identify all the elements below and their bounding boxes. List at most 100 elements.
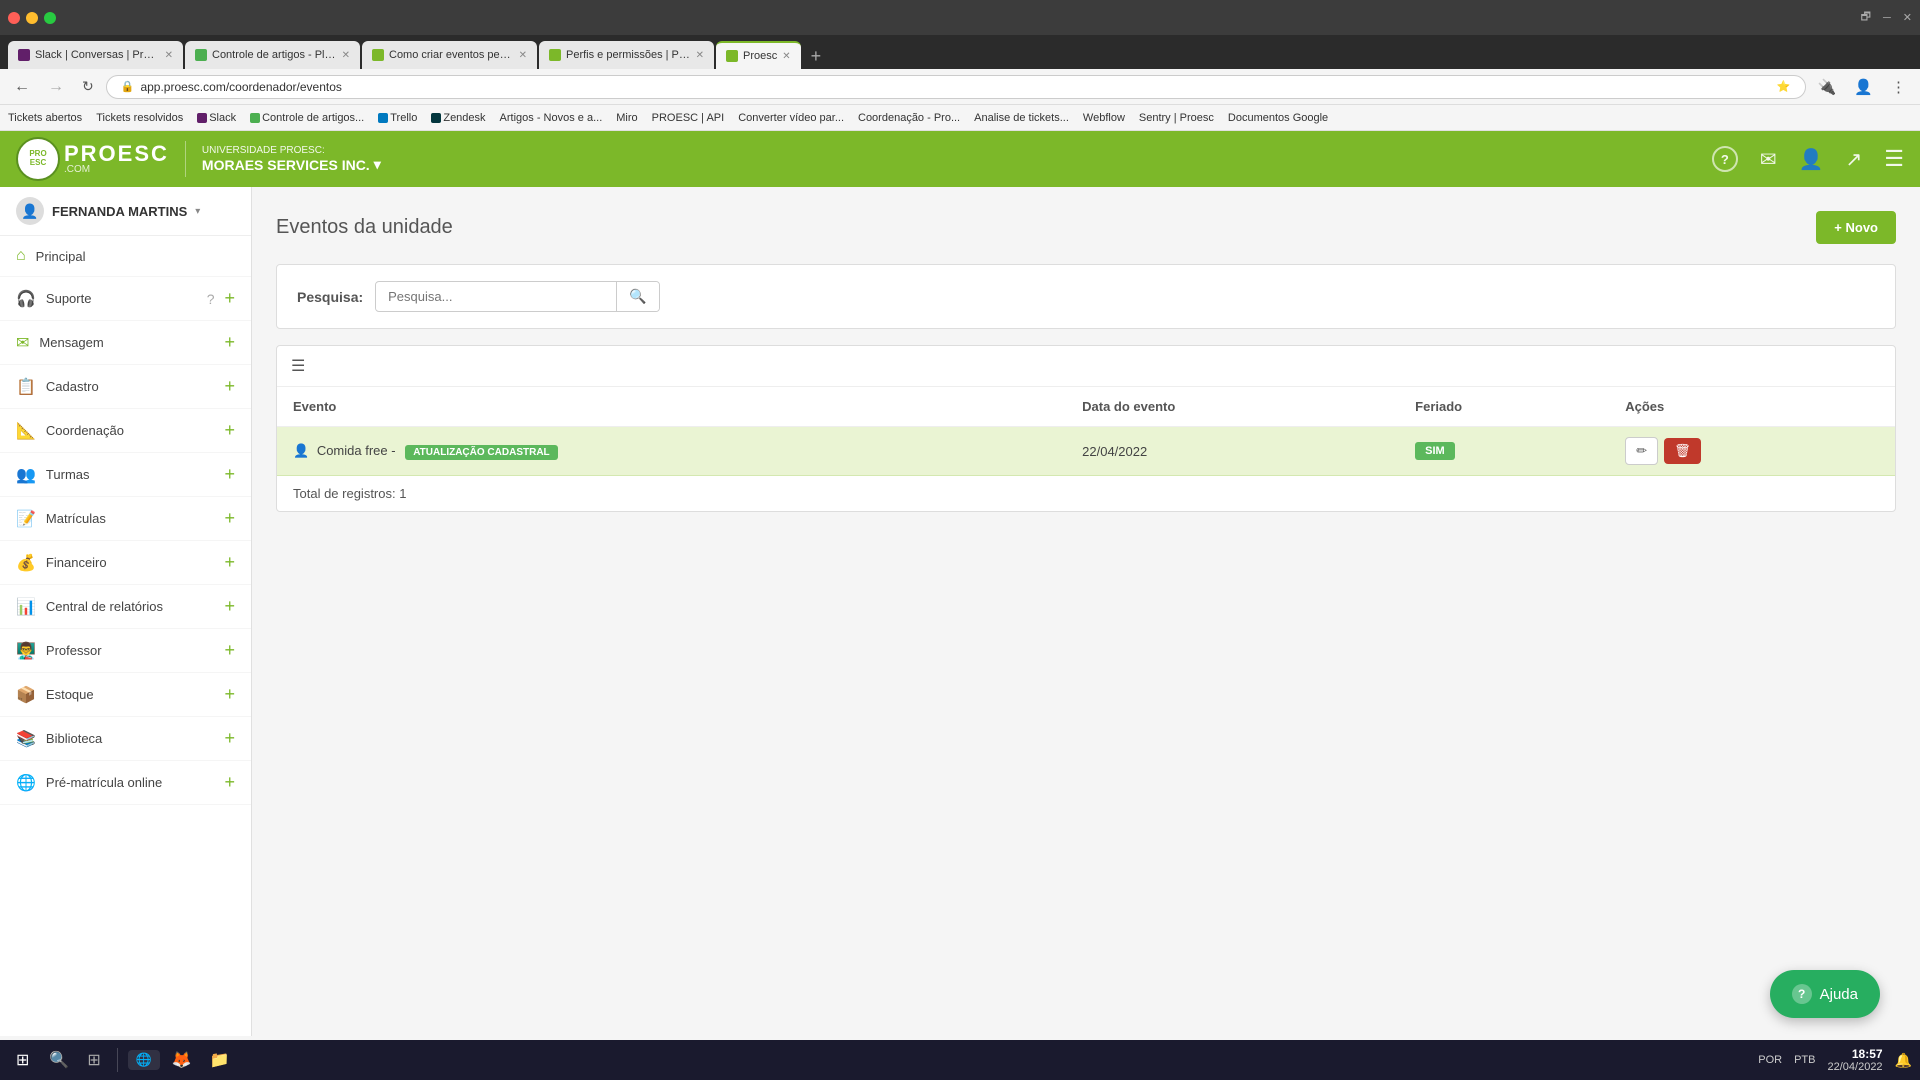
bookmark-tickets-resolvidos[interactable]: Tickets resolvidos [96,112,183,124]
new-tab-button[interactable]: + [803,46,830,67]
taskbar-app-edge[interactable]: 🦊 [166,1048,198,1072]
sidebar-item-turmas[interactable]: 👥 Turmas + [0,453,251,497]
mensagem-plus-icon[interactable]: + [224,332,235,353]
matriculas-plus-icon[interactable]: + [224,508,235,529]
ajuda-button[interactable]: ? Ajuda [1770,970,1880,1018]
tab-planilhas-close[interactable]: ✕ [342,50,350,61]
user-icon[interactable]: 👤 [1799,147,1824,172]
tab-planilhas[interactable]: Controle de artigos - Planilhas G... ✕ [185,41,360,69]
event-name-cell: 👤 Comida free - ATUALIZAÇÃO CADASTRAL [277,427,1066,476]
window-minimize[interactable]: ─ [1883,12,1891,24]
tab-slack[interactable]: Slack | Conversas | Proesc.com ✕ [8,41,183,69]
financeiro-plus-icon[interactable]: + [224,552,235,573]
sidebar-item-financeiro[interactable]: 💰 Financeiro + [0,541,251,585]
bookmark-converter[interactable]: Converter vídeo par... [738,112,844,124]
new-event-button[interactable]: + Novo [1816,211,1896,244]
event-actions-cell: ✏ 🗑 [1609,427,1895,476]
cadastro-plus-icon[interactable]: + [224,376,235,397]
bookmark-zendesk[interactable]: Zendesk [431,112,485,124]
sidebar-item-central-relatorios[interactable]: 📊 Central de relatórios + [0,585,251,629]
tab-perfis[interactable]: Perfis e permissões | PROESC - ... ✕ [539,41,714,69]
sidebar-item-biblioteca[interactable]: 📚 Biblioteca + [0,717,251,761]
sidebar-item-professor[interactable]: 👨‍🏫 Professor + [0,629,251,673]
sidebar-item-mensagem[interactable]: ✉ Mensagem + [0,321,251,365]
bookmark-analise[interactable]: Analise de tickets... [974,112,1069,124]
suporte-plus-icon[interactable]: + [224,288,235,309]
bookmark-docs[interactable]: Documentos Google [1228,112,1328,124]
taskbar-search[interactable]: 🔍 [43,1046,75,1074]
sidebar-item-label-suporte: Suporte [46,291,197,306]
help-icon[interactable]: ? [1712,146,1738,172]
bookmark-coordenacao[interactable]: Coordenação - Pro... [858,112,960,124]
sidebar-item-estoque[interactable]: 📦 Estoque + [0,673,251,717]
page-title: Eventos da unidade [276,216,453,239]
relatorios-plus-icon[interactable]: + [224,596,235,617]
bookmark-tickets-abertos[interactable]: Tickets abertos [8,112,82,124]
nav-account[interactable]: 👤 [1848,76,1879,98]
bookmark-miro[interactable]: Miro [616,112,637,124]
user-section[interactable]: 👤 FERNANDA MARTINS ▾ [0,187,251,236]
events-table: Evento Data do evento Feriado Ações 👤 Co… [277,387,1895,511]
taskbar-app-explorer[interactable]: 📁 [204,1048,236,1072]
estoque-plus-icon[interactable]: + [224,684,235,705]
tab-perfis-close[interactable]: ✕ [696,50,704,61]
sidebar-item-cadastro[interactable]: 📋 Cadastro + [0,365,251,409]
sidebar-item-suporte[interactable]: 🎧 Suporte ? + [0,277,251,321]
bookmark-slack[interactable]: Slack [197,112,236,124]
total-text: Total de registros: 1 [277,476,1895,512]
mensagem-icon: ✉ [16,333,29,353]
start-button[interactable]: ⊞ [8,1046,37,1074]
tab-perfis-label: Perfis e permissões | PROESC - ... [566,49,691,61]
university-unit[interactable]: MORAES SERVICES INC. ▾ [202,156,381,173]
search-button[interactable]: 🔍 [616,282,658,311]
sidebar-item-pre-matricula[interactable]: 🌐 Pré-matrícula online + [0,761,251,805]
ajuda-label: Ajuda [1820,986,1858,1003]
financeiro-icon: 💰 [16,553,36,573]
nav-extensions[interactable]: 🔌 [1812,76,1843,98]
sidebar-item-matriculas[interactable]: 📝 Matrículas + [0,497,251,541]
bookmark-trello[interactable]: Trello [378,112,417,124]
mail-icon[interactable]: ✉ [1760,147,1777,172]
table-row: 👤 Comida free - ATUALIZAÇÃO CADASTRAL 22… [277,427,1895,476]
bookmark-webflow[interactable]: Webflow [1083,112,1125,124]
coordenacao-plus-icon[interactable]: + [224,420,235,441]
nav-reload[interactable]: ↻ [76,76,100,97]
bookmark-sentry[interactable]: Sentry | Proesc [1139,112,1214,124]
edit-button[interactable]: ✏ [1625,437,1658,465]
window-restore[interactable]: 🗗 [1861,8,1871,27]
bookmark-api[interactable]: PROESC | API [652,112,725,124]
unit-name: MORAES SERVICES INC. [202,157,370,173]
bookmark-controle[interactable]: Controle de artigos... [250,112,364,124]
matriculas-icon: 📝 [16,509,36,529]
suporte-help-icon[interactable]: ? [207,291,215,307]
professor-plus-icon[interactable]: + [224,640,235,661]
menu-icon[interactable]: ☰ [1884,146,1904,172]
address-bar[interactable]: 🔒 app.proesc.com/coordenador/eventos ⭐ [106,75,1806,99]
pre-matricula-plus-icon[interactable]: + [224,772,235,793]
taskbar-notification[interactable]: 🔔 [1895,1052,1912,1069]
nav-back[interactable]: ← [8,76,36,98]
share-icon[interactable]: ↗ [1846,147,1863,172]
list-view-icon[interactable]: ☰ [291,358,305,375]
event-person-icon: 👤 [293,443,309,458]
window-close[interactable]: ✕ [1903,11,1912,24]
sidebar-item-coordenacao[interactable]: 📐 Coordenação + [0,409,251,453]
tab-slack-close[interactable]: ✕ [165,50,173,61]
holiday-badge: SIM [1415,442,1455,460]
taskbar-app-chrome[interactable]: 🌐 [128,1050,160,1070]
tab-eventos[interactable]: Como criar eventos pedagógico... ✕ [362,41,537,69]
search-input[interactable] [376,283,616,310]
tab-proesc-close[interactable]: ✕ [782,51,790,62]
bookmark-artigos[interactable]: Artigos - Novos e a... [500,112,603,124]
biblioteca-plus-icon[interactable]: + [224,728,235,749]
main-layout: 👤 FERNANDA MARTINS ▾ ⌂ Principal 🎧 Supor… [0,187,1920,1036]
nav-menu[interactable]: ⋮ [1885,76,1912,98]
sidebar-item-principal[interactable]: ⌂ Principal [0,236,251,277]
tab-proesc-active[interactable]: Proesc ✕ [716,41,801,69]
nav-forward[interactable]: → [42,76,70,98]
delete-button[interactable]: 🗑 [1664,438,1701,464]
taskbar-view[interactable]: ⊞ [81,1046,106,1074]
tab-eventos-close[interactable]: ✕ [519,50,527,61]
turmas-plus-icon[interactable]: + [224,464,235,485]
logo-icon: PROESC [16,137,60,181]
